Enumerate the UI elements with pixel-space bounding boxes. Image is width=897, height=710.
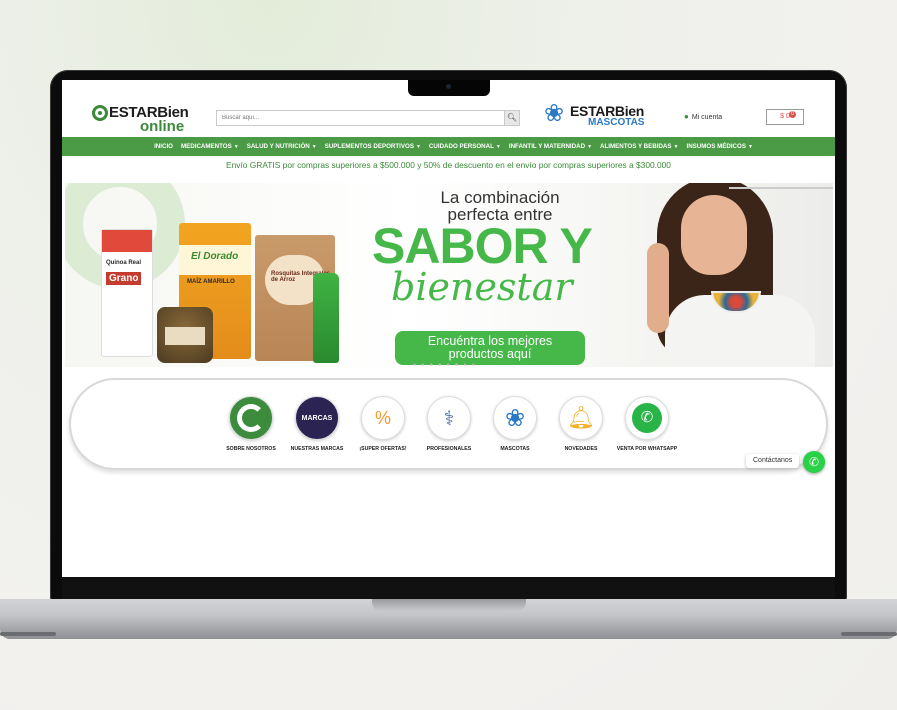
chevron-down-icon: ▼ xyxy=(233,144,239,150)
search-input[interactable] xyxy=(217,111,505,125)
chevron-down-icon: ▼ xyxy=(673,144,679,150)
account-label: Mi cuenta xyxy=(691,114,723,121)
mascotas-subtitle: MASCOTAS xyxy=(588,117,645,128)
mascotas-logo[interactable]: ❀ ESTARBien MASCOTAS xyxy=(544,102,656,132)
promo-text: Envío GRATIS por compras superiores a $5… xyxy=(226,160,671,170)
nav-item-insumos[interactable]: INSUMOS MÉDICOS ▼ xyxy=(686,143,752,150)
account-link[interactable]: ● Mi cuenta xyxy=(684,112,722,121)
product-bottle xyxy=(313,273,339,363)
nav-item-medicamentos[interactable]: MEDICAMENTOS ▼ xyxy=(181,143,239,150)
laptop-bezel xyxy=(62,577,835,599)
product-brand: El Dorado xyxy=(191,251,239,262)
whatsapp-contact-chip[interactable]: Contáctanos xyxy=(746,454,800,468)
category-nuestras-marcas[interactable]: MARCAS NUESTRAS MARCAS xyxy=(286,396,348,452)
category-mascotas[interactable]: ❀ MASCOTAS xyxy=(484,396,546,452)
whatsapp-icon: ✆ xyxy=(808,455,820,469)
hero-banner[interactable]: Quinoa Real Grano El Dorado MAÍZ AMARILL… xyxy=(65,183,833,367)
cart-count-badge: 0 xyxy=(789,111,796,118)
marcas-icon: MARCAS xyxy=(295,396,339,440)
main-nav: INICIO MEDICAMENTOS ▼ SALUD Y NUTRICIÓN ▼ … xyxy=(62,137,835,156)
product-quinoa: Quinoa Real Grano xyxy=(101,229,153,357)
search-bar: 🔍︎ xyxy=(216,110,520,126)
category-super-ofertas[interactable]: % ¡SUPER OFERTAS! xyxy=(352,396,414,452)
category-sobre-nosotros[interactable]: SOBRE NOSOTROS xyxy=(220,396,282,452)
search-icon: 🔍︎ xyxy=(506,113,518,122)
nav-item-infantil[interactable]: INFANTIL Y MATERNIDAD ▼ xyxy=(509,143,592,150)
browser-screen: ESTARBien online 🔍︎ ❀ ESTARBien MASCOTAS… xyxy=(62,80,835,577)
paw-icon: ❀ xyxy=(544,100,565,127)
whatsapp-icon: ✆ xyxy=(625,396,669,440)
carousel-dots[interactable]: ● ● ● ● ● ● ● ● xyxy=(413,362,477,367)
product-name: MAÍZ AMARILLO xyxy=(187,279,235,285)
chevron-down-icon: ▼ xyxy=(311,144,317,150)
category-profesionales[interactable]: ⚕ PROFESIONALES xyxy=(418,396,480,452)
whatsapp-float-button[interactable]: ✆ xyxy=(803,451,825,473)
nav-item-salud-nutricion[interactable]: SALUD Y NUTRICIÓN ▼ xyxy=(247,143,317,150)
nav-item-inicio[interactable]: INICIO xyxy=(154,143,173,150)
product-name: Quinoa Real xyxy=(106,260,142,266)
chevron-down-icon: ▼ xyxy=(587,144,593,150)
category-novedades[interactable]: 🔔︎ NOVEDADES xyxy=(550,396,612,452)
camera-notch xyxy=(408,80,490,96)
camera-icon xyxy=(446,84,451,89)
chevron-down-icon: ▼ xyxy=(415,144,421,150)
nav-item-cuidado-personal[interactable]: CUIDADO PERSONAL ▼ xyxy=(429,143,501,150)
banner-cta-button[interactable]: Encuéntra los mejores productos aquí xyxy=(395,331,585,365)
logo-subtitle: online xyxy=(140,118,185,135)
category-shortcuts: SOBRE NOSOTROS MARCAS NUESTRAS MARCAS % … xyxy=(69,378,828,470)
discount-tag-icon: % xyxy=(361,396,405,440)
nav-item-alimentos[interactable]: ALIMENTOS Y BEBIDAS ▼ xyxy=(600,143,678,150)
user-icon: ● xyxy=(684,112,689,121)
cart-button[interactable]: $ 0 0 xyxy=(766,109,804,125)
doctor-icon: ⚕ xyxy=(427,396,471,440)
product-label: Grano xyxy=(106,272,142,285)
estarbien-logo[interactable]: ESTARBien online xyxy=(92,104,189,135)
banner-woman-photo xyxy=(635,183,833,367)
swirl-logo-icon xyxy=(92,105,108,121)
paw-icon: ❀ xyxy=(493,396,537,440)
product-brand-band xyxy=(102,230,152,252)
swirl-logo-icon xyxy=(229,396,273,440)
search-button[interactable]: 🔍︎ xyxy=(504,111,519,125)
banner-script-title: bienestar xyxy=(391,265,573,309)
category-venta-whatsapp[interactable]: ✆ VENTA POR WHATSAPP xyxy=(616,396,678,452)
chevron-down-icon: ▼ xyxy=(495,144,501,150)
chevron-down-icon: ▼ xyxy=(747,144,753,150)
nav-item-suplementos[interactable]: SUPLEMENTOS DEPORTIVOS ▼ xyxy=(325,143,421,150)
product-jar xyxy=(157,307,213,363)
bell-icon: 🔔︎ xyxy=(559,396,603,440)
laptop-opening-notch xyxy=(372,599,526,611)
